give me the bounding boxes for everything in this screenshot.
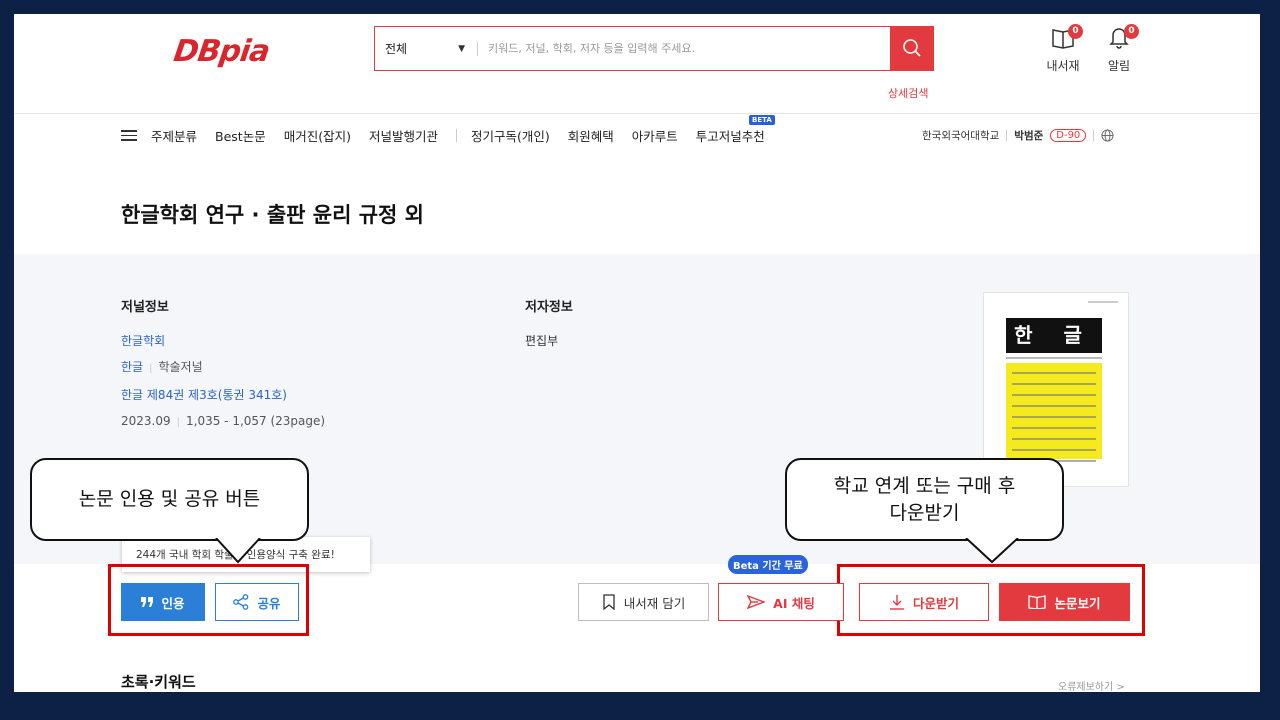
search-category-select[interactable]: 전체 ▼ [375,27,477,70]
annotation-text: 다운받기 [889,501,960,524]
publish-date: 2023.09 [121,414,171,428]
divider: | [176,417,180,428]
menu-icon[interactable] [121,127,137,144]
view-paper-button[interactable]: 논문보기 [999,583,1130,621]
author-name[interactable]: 편집부 [525,328,558,354]
alerts-count-badge: 0 [1124,24,1139,39]
nav-item-publishers[interactable]: 저널발행기관 [369,126,438,145]
search-category-label: 전체 [385,42,408,56]
search-icon [903,39,921,57]
nav-item-benefits[interactable]: 회원혜택 [568,126,614,145]
journal-link[interactable]: 한글 [121,360,143,374]
nav-item-best[interactable]: Best논문 [215,126,266,145]
callout-pointer [215,538,261,564]
library-button[interactable]: 0 내서재 [1038,24,1088,74]
search-bar: 전체 ▼ [374,25,934,71]
issue-link[interactable]: 한글 제84권 제3호(통권 341호) [121,388,287,402]
alerts-label: 알림 [1107,59,1131,73]
annotation-callout-download: 학교 연계 또는 구매 후 다운받기 [785,458,1064,541]
divider [455,129,457,142]
callout-pointer [965,538,1019,564]
search-button[interactable] [890,25,934,71]
save-to-library-button[interactable]: 내서재 담기 [578,583,709,621]
quote-icon [141,597,154,607]
journal-type: 학술저널 [158,360,203,374]
nav-item-subscription[interactable]: 정기구독(개인) [471,126,550,145]
share-icon [233,594,249,610]
dbpia-logo[interactable]: DBpia [172,34,272,69]
chevron-down-icon: ▼ [458,44,465,54]
nav-item-journal-recommend[interactable]: 투고저널추천 BETA [695,115,775,145]
nav-item-label: 투고저널추천 [695,129,765,144]
nav-item-magazine[interactable]: 매거진(잡지) [284,126,351,145]
journal-info-heading: 저널정보 [121,300,169,315]
globe-icon[interactable] [1101,129,1114,142]
download-label: 다운받기 [912,595,959,611]
cover-title: 한 글 [1006,318,1102,353]
view-paper-label: 논문보기 [1054,595,1101,611]
page-range: 1,035 - 1,057 (23page) [186,414,326,428]
divider [1093,130,1095,141]
cover-decor [1088,301,1118,303]
download-button[interactable]: 다운받기 [859,583,989,621]
beta-free-badge: Beta 기간 무료 [728,555,808,574]
search-input[interactable] [478,27,890,70]
alerts-button[interactable]: 0 알림 [1094,24,1144,74]
save-label: 내서재 담기 [623,595,686,611]
main-nav: 주제분류 Best논문 매거진(잡지) 저널발행기관 정기구독(개인) 회원혜택… [121,115,783,145]
cover-contents [1006,363,1102,462]
cite-label: 인용 [161,595,185,611]
share-label: 공유 [257,595,281,611]
ai-chat-label: AI 채팅 [773,595,815,611]
user-name[interactable]: 박범준 [1014,128,1043,143]
user-bar: 한국외국어대학교 박범준 D-90 [922,128,1114,143]
dday-badge: D-90 [1050,129,1087,142]
divider [14,113,1260,114]
annotation-callout-cite-share: 논문 인용 및 공유 버튼 [30,458,309,541]
beta-badge: BETA [749,115,775,125]
divider [1006,130,1008,141]
share-button[interactable]: 공유 [215,583,299,621]
advanced-search-link[interactable]: 상세검색 [888,85,928,101]
send-icon [747,595,766,609]
nav-item-subjects[interactable]: 주제분류 [151,126,197,145]
annotation-text: 학교 연계 또는 구매 후 [833,474,1016,497]
page-frame: DBpia 전체 ▼ 상세검색 0 내서재 0 알림 주제분류 Best논문 매… [14,14,1260,692]
report-error-link[interactable]: 오류제보하기 > [1058,678,1125,692]
journal-info: 한글학회 한글 | 학술저널 한글 제84권 제3호(통권 341호) 2023.0… [121,328,325,436]
open-book-icon [1028,595,1047,609]
institution-name[interactable]: 한국외국어대학교 [922,128,999,143]
page-title: 한글학회 연구 · 출판 윤리 규정 외 [121,203,425,227]
library-count-badge: 0 [1068,24,1083,39]
annotation-text: 논문 인용 및 공유 버튼 [78,488,261,510]
publisher-link[interactable]: 한글학회 [121,334,165,348]
library-label: 내서재 [1046,59,1080,73]
bookmark-icon [603,594,615,610]
ai-chat-button[interactable]: AI 채팅 [718,583,844,621]
cover-decor [1006,357,1102,359]
download-icon [889,595,904,610]
cite-button[interactable]: 인용 [121,583,205,621]
divider: | [149,363,153,374]
author-info-heading: 저자정보 [525,300,573,315]
abstract-heading: 초록·키워드 [121,673,196,691]
nav-item-acaroute[interactable]: 아카루트 [632,126,678,145]
